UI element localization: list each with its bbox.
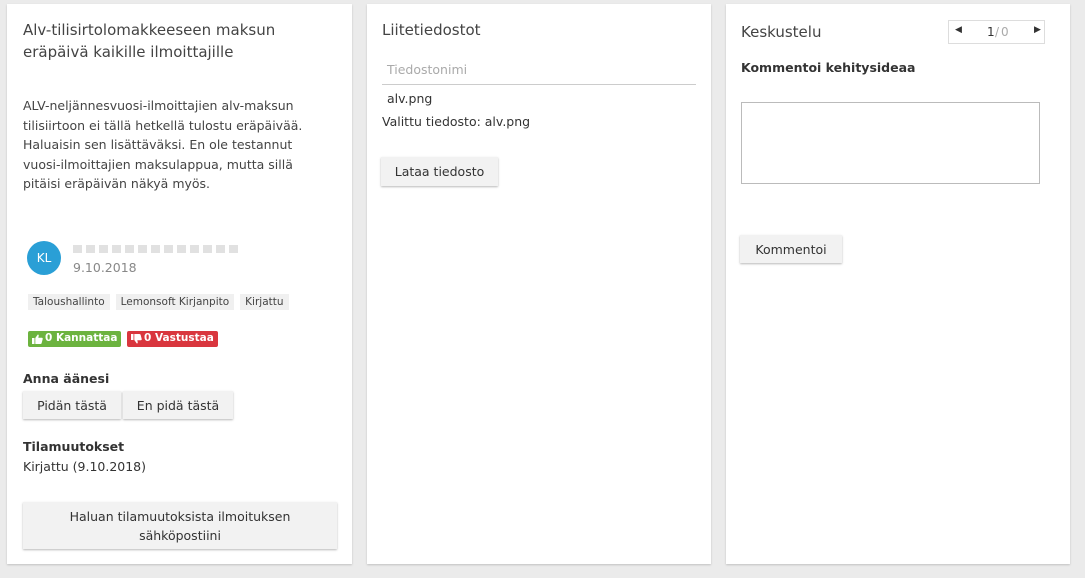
tag[interactable]: Taloushallinto xyxy=(28,294,110,310)
comment-label: Kommentoi kehitysideaa xyxy=(741,60,916,75)
selected-file-text: Valittu tiedosto: alv.png xyxy=(382,114,531,129)
pager-separator: / xyxy=(995,25,1000,39)
upload-button[interactable]: Lataa tiedosto xyxy=(381,157,498,186)
filename-field[interactable]: Tiedostonimi xyxy=(382,58,696,85)
support-count-label: 0 Kannattaa xyxy=(45,332,118,344)
filename-placeholder: Tiedostonimi xyxy=(387,62,468,77)
dislike-button[interactable]: En pidä tästä xyxy=(123,391,233,419)
idea-panel: Alv-tilisirtolomakkeeseen maksun eräpäiv… xyxy=(7,4,352,564)
vote-heading: Anna äänesi xyxy=(23,371,110,386)
attachment-file[interactable]: alv.png xyxy=(387,91,432,106)
attachments-title: Liitetiedostot xyxy=(382,21,481,39)
discussion-panel: Keskustelu ◀ 1 / 0 ▶ Kommentoi kehitysid… xyxy=(726,4,1070,564)
pager-total: 0 xyxy=(1001,25,1009,39)
like-button[interactable]: Pidän tästä xyxy=(23,391,121,419)
support-count-badge: 0 Kannattaa xyxy=(28,331,122,347)
avatar-initials: KL xyxy=(36,251,52,265)
discussion-title: Keskustelu xyxy=(741,23,822,41)
comment-pager: ◀ 1 / 0 ▶ xyxy=(948,20,1045,44)
thumbs-down-icon xyxy=(131,333,142,343)
pager-next-icon[interactable]: ▶ xyxy=(1034,25,1041,35)
avatar: KL xyxy=(27,241,61,275)
comment-textarea[interactable] xyxy=(741,102,1040,184)
oppose-count-badge: 0 Vastustaa xyxy=(127,331,218,347)
tag-list: Taloushallinto Lemonsoft Kirjanpito Kirjat… xyxy=(28,290,295,310)
thumbs-up-icon xyxy=(32,334,43,344)
status-entry: Kirjattu (9.10.2018) xyxy=(23,459,147,474)
author-date: 9.10.2018 xyxy=(73,260,137,275)
status-heading: Tilamuutokset xyxy=(23,439,125,454)
author-name-redacted xyxy=(73,245,241,253)
oppose-count-label: 0 Vastustaa xyxy=(144,332,214,344)
notify-status-button[interactable]: Haluan tilamuutoksista ilmoituksen sähkö… xyxy=(23,502,337,549)
pager-prev-icon[interactable]: ◀ xyxy=(955,25,962,35)
pager-current: 1 xyxy=(987,25,995,39)
tag[interactable]: Lemonsoft Kirjanpito xyxy=(115,294,235,310)
idea-title: Alv-tilisirtolomakkeeseen maksun eräpäiv… xyxy=(23,21,276,61)
comment-button[interactable]: Kommentoi xyxy=(740,235,842,263)
attachments-panel: Liitetiedostot Tiedostonimi alv.png Vali… xyxy=(367,4,711,564)
tag[interactable]: Kirjattu xyxy=(240,294,289,310)
idea-description: ALV-neljännesvuosi-ilmoittajien alv-maks… xyxy=(23,98,303,191)
